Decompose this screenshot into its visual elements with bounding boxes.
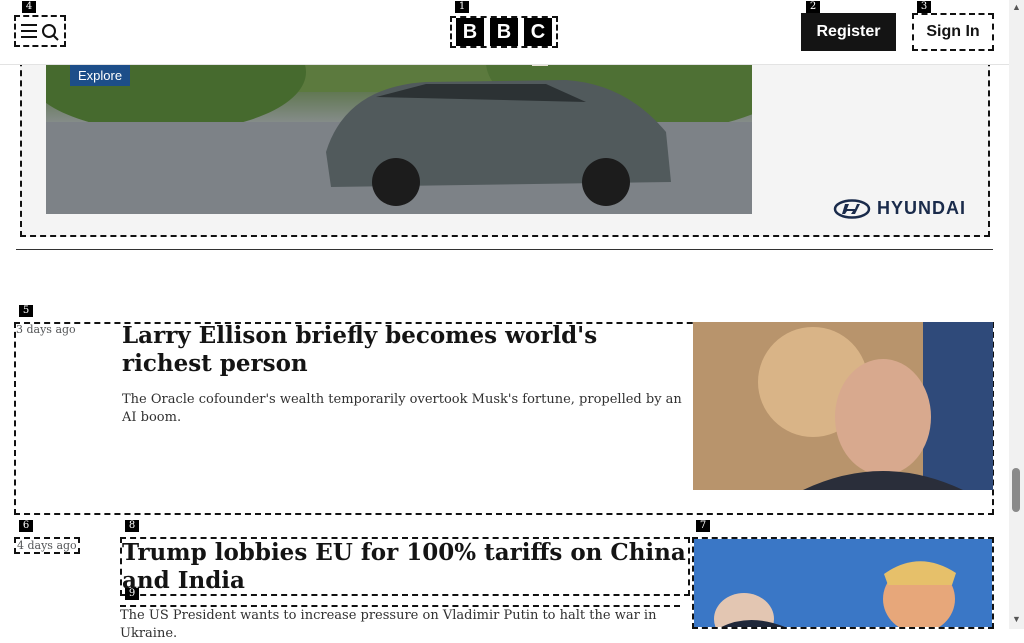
scroll-down-icon[interactable]: ▼ bbox=[1012, 614, 1021, 624]
logo-letter-b1: B bbox=[456, 18, 484, 46]
article-2-timestamp: 4 days ago bbox=[14, 537, 80, 554]
menu-search-icon bbox=[21, 24, 59, 41]
article-1-timestamp: 3 days ago bbox=[16, 323, 76, 336]
bbc-logo[interactable]: B B C bbox=[450, 16, 558, 48]
logo-letter-c: C bbox=[524, 18, 552, 46]
hyundai-logo: HYUNDAI bbox=[833, 198, 966, 219]
section-divider bbox=[16, 249, 993, 250]
menu-search-button[interactable] bbox=[14, 15, 66, 47]
badge-7: 7 bbox=[696, 520, 710, 532]
badge-4: 4 bbox=[22, 1, 36, 13]
ad-explore-button[interactable]: Explore bbox=[70, 65, 131, 86]
scroll-thumb[interactable] bbox=[1012, 468, 1020, 512]
article-2-image[interactable] bbox=[692, 537, 994, 629]
sign-in-button[interactable]: Sign In bbox=[912, 13, 994, 51]
article-1-summary: The Oracle cofounder's wealth temporaril… bbox=[122, 392, 682, 425]
logo-letter-b2: B bbox=[490, 18, 518, 46]
badge-1: 1 bbox=[455, 1, 469, 13]
article-1-image[interactable] bbox=[693, 322, 993, 490]
badge-2: 2 bbox=[806, 1, 820, 13]
badge-5: 5 bbox=[19, 305, 33, 317]
article-2-summary: The US President wants to increase press… bbox=[120, 605, 680, 643]
site-header: B B C Register Sign In bbox=[0, 0, 1009, 65]
badge-6: 6 bbox=[19, 520, 33, 532]
register-button[interactable]: Register bbox=[801, 13, 896, 51]
scroll-up-icon[interactable]: ▲ bbox=[1012, 2, 1021, 12]
ellison-photo bbox=[693, 322, 993, 490]
trump-putin-photo bbox=[694, 539, 992, 627]
badge-9: 9 bbox=[125, 588, 139, 600]
page-scrollbar[interactable]: ▲ ▼ bbox=[1009, 0, 1024, 629]
hyundai-brand-text: HYUNDAI bbox=[876, 198, 966, 218]
article-2-headline[interactable]: Trump lobbies EU for 100% tariffs on Chi… bbox=[120, 537, 690, 596]
hyundai-emblem-icon bbox=[833, 198, 871, 219]
badge-3: 3 bbox=[917, 1, 931, 13]
badge-8: 8 bbox=[125, 520, 139, 532]
article-1-headline[interactable]: Larry Ellison briefly becomes world's ri… bbox=[122, 322, 682, 378]
